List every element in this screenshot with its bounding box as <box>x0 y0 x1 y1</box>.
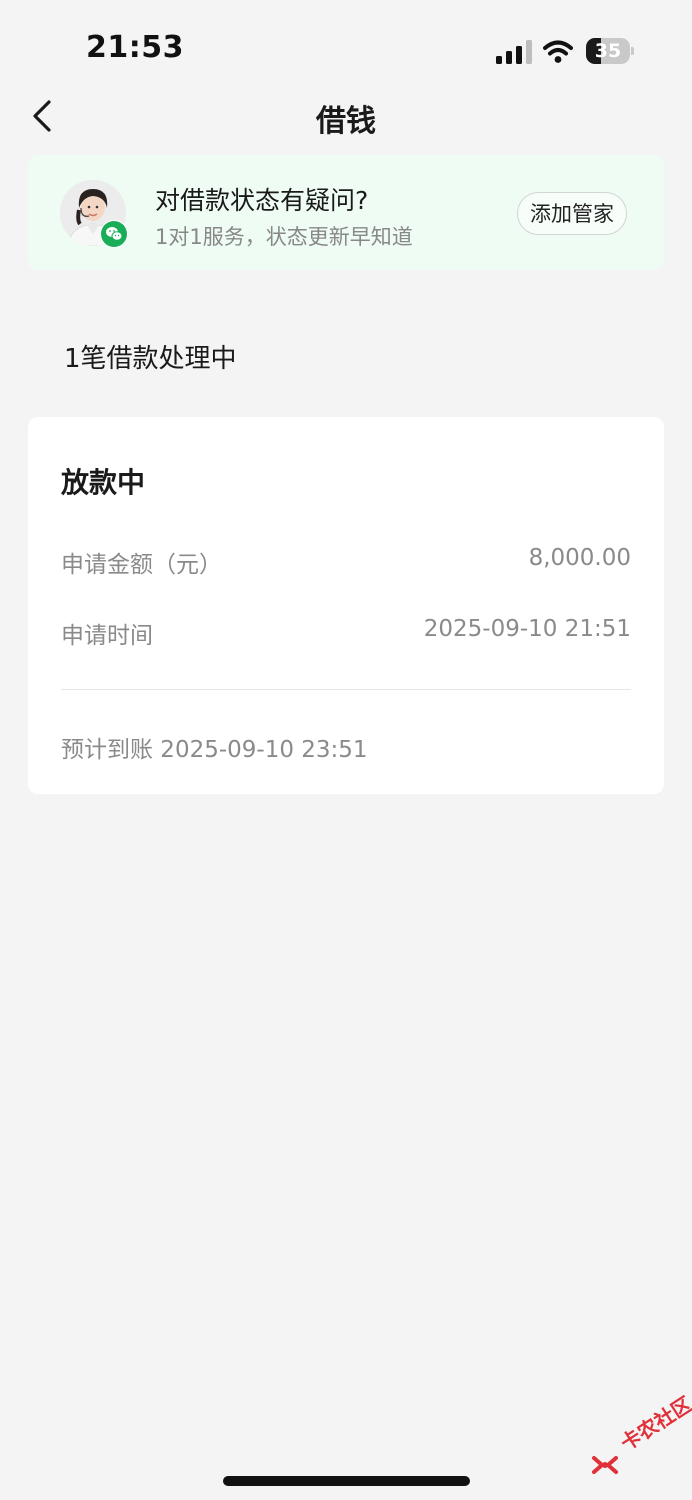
card-divider <box>61 689 631 690</box>
status-time: 21:53 <box>86 30 184 65</box>
wifi-icon <box>543 40 573 63</box>
watermark-logo-icon <box>592 1456 618 1474</box>
home-indicator[interactable] <box>223 1476 470 1486</box>
wechat-icon <box>101 221 127 247</box>
battery-icon: 35 <box>586 38 634 64</box>
avatar <box>60 180 128 248</box>
loan-card[interactable]: 放款中 申请金额（元） 8,000.00 申请时间 2025-09-10 21:… <box>28 417 664 794</box>
banner-subtitle: 1对1服务，状态更新早知道 <box>155 225 413 249</box>
service-banner[interactable]: 对借款状态有疑问? 1对1服务，状态更新早知道 添加管家 <box>28 155 664 270</box>
battery-level: 35 <box>594 40 622 62</box>
signal-icon <box>496 40 532 64</box>
watermark-text: 卡农社区 <box>616 1391 692 1456</box>
apply-time-value: 2025-09-10 21:51 <box>423 616 631 642</box>
status-bar: 21:53 35 <box>0 0 692 100</box>
apply-time-label: 申请时间 <box>61 623 153 649</box>
banner-title: 对借款状态有疑问? <box>155 186 369 215</box>
watermark: 卡农社区 <box>590 1392 692 1482</box>
add-manager-button[interactable]: 添加管家 <box>517 192 627 235</box>
battery-cap <box>631 47 634 55</box>
expected-arrival: 预计到账 2025-09-10 23:51 <box>61 737 368 763</box>
battery-body: 35 <box>586 38 630 64</box>
page-title: 借钱 <box>316 104 376 139</box>
wechat-badge <box>100 220 128 248</box>
amount-label: 申请金额（元） <box>61 552 222 578</box>
amount-value: 8,000.00 <box>528 545 631 571</box>
loan-status: 放款中 <box>61 466 146 499</box>
section-heading: 1笔借款处理中 <box>64 344 237 374</box>
